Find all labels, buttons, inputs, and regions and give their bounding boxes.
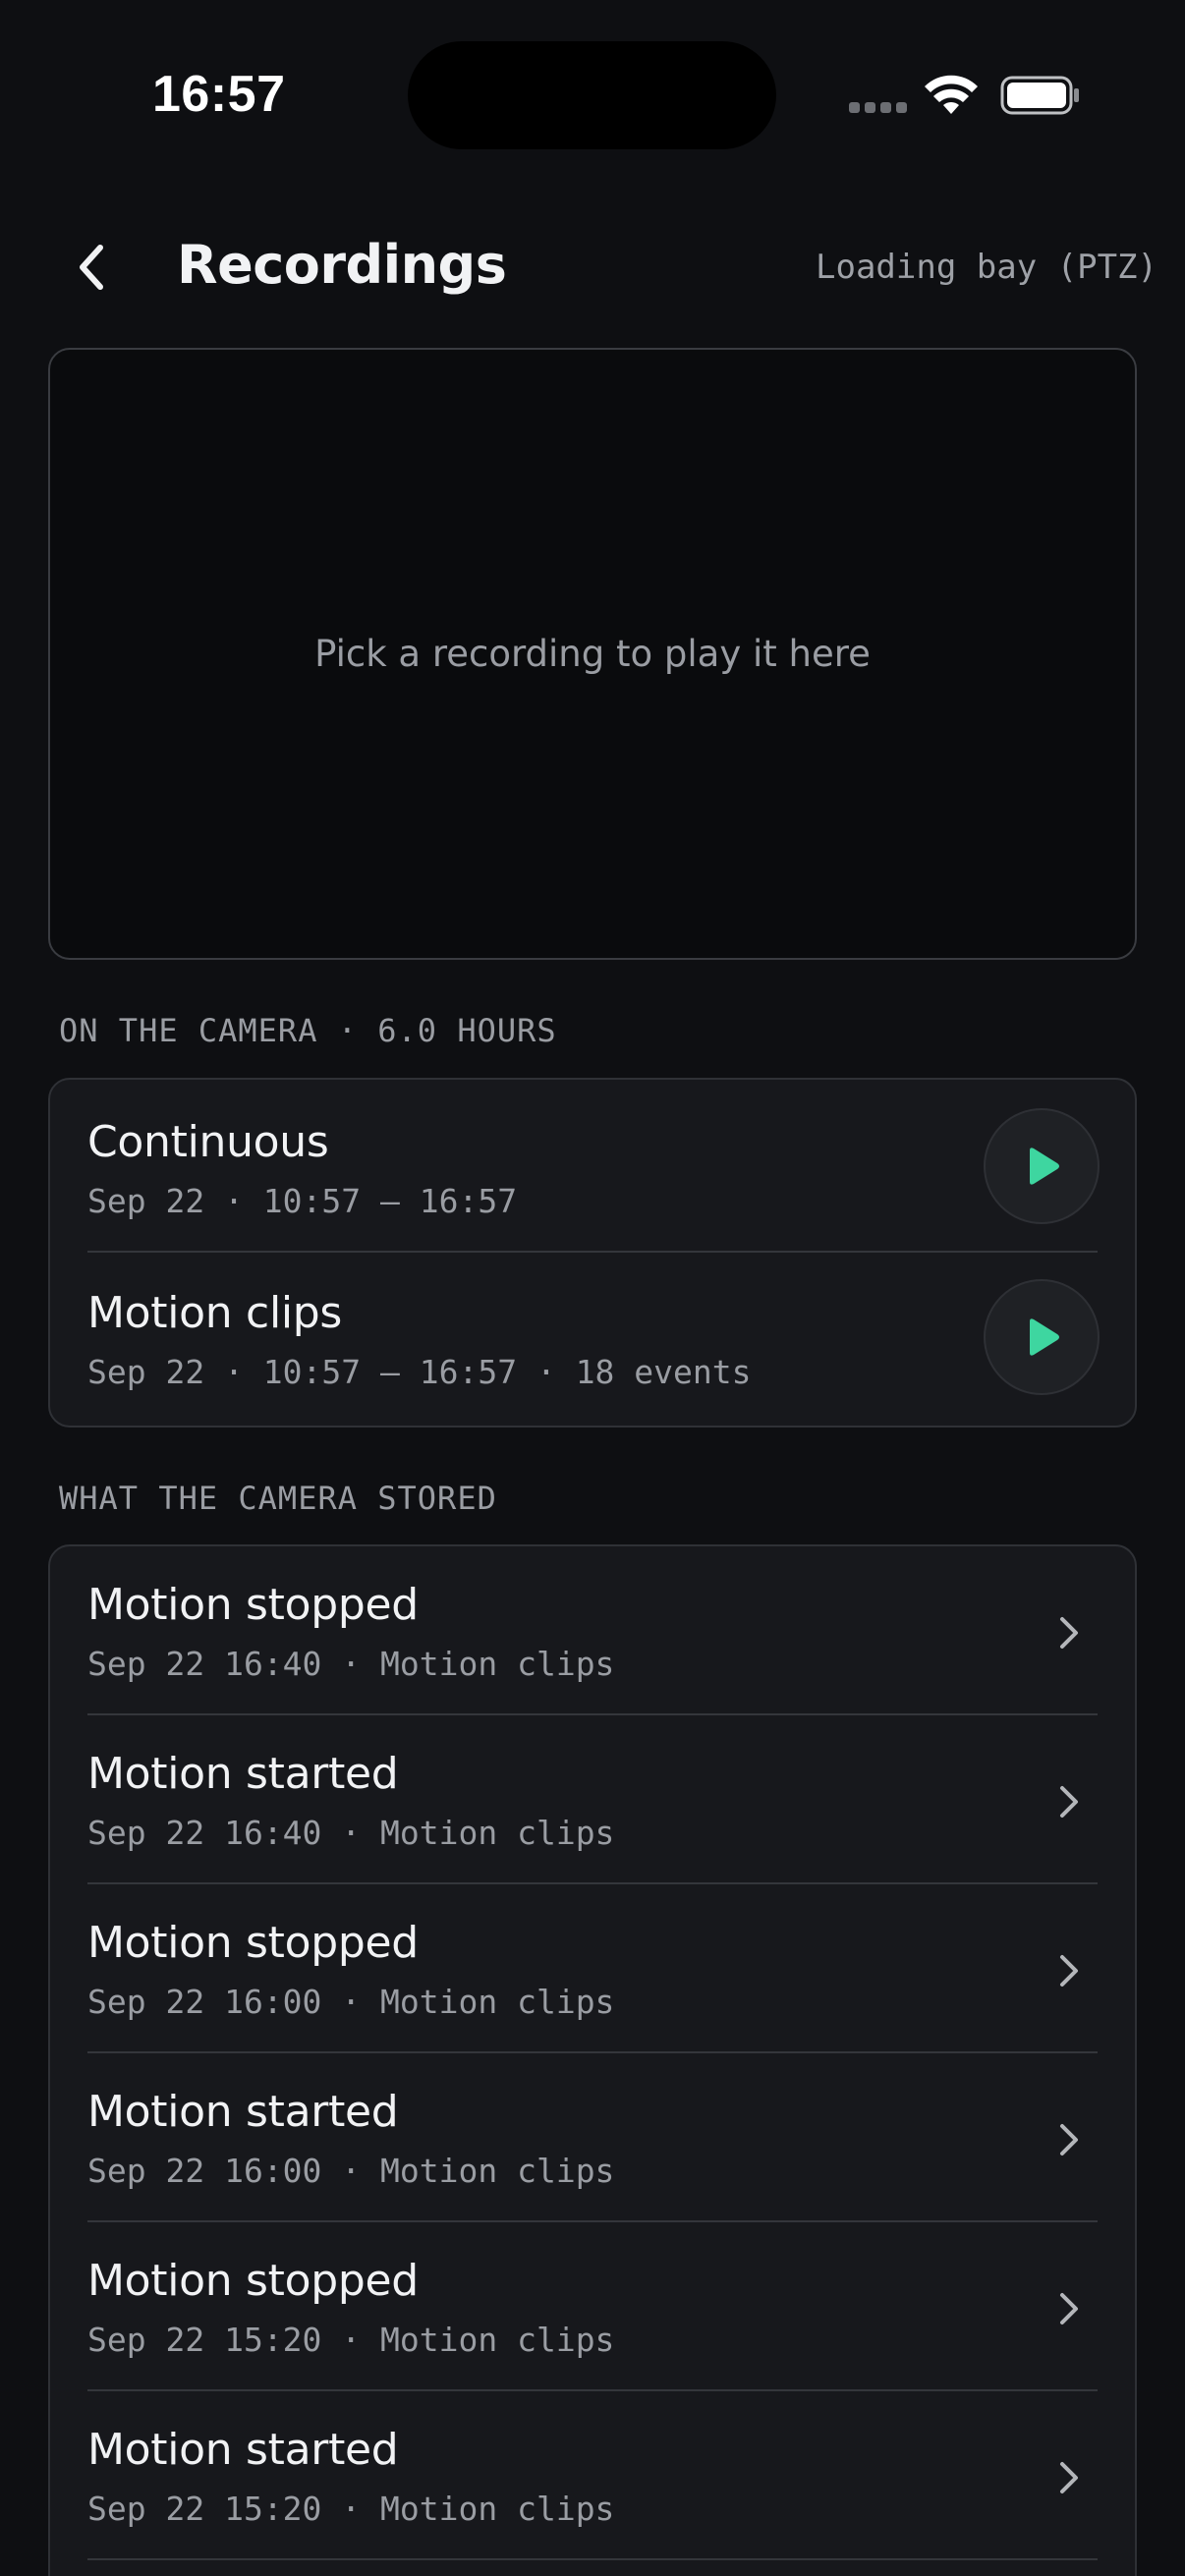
- event-subtitle: Sep 22 15:20 · Motion clips: [87, 2490, 615, 2528]
- recording-row-motion-clips[interactable]: Motion clips Sep 22 · 10:57 – 16:57 · 18…: [50, 1253, 1135, 1426]
- chevron-left-icon: [80, 245, 103, 290]
- event-title: Motion stopped: [87, 1918, 419, 1968]
- chevron-right-icon: [1060, 1786, 1078, 1818]
- recording-title: Continuous: [87, 1117, 329, 1167]
- event-subtitle: Sep 22 16:40 · Motion clips: [87, 1645, 615, 1683]
- event-row[interactable]: Motion started Sep 22 16:00 · Motion cli…: [50, 2053, 1135, 2222]
- camera-name: Loading bay (PTZ): [816, 248, 1157, 287]
- event-title: Motion stopped: [87, 2256, 419, 2306]
- event-title: Motion started: [87, 2087, 399, 2137]
- status-bar: 16:57: [0, 0, 1185, 187]
- event-row[interactable]: Motion started Sep 22 15:20 · Motion cli…: [50, 2391, 1135, 2560]
- signal-dots-icon: [849, 102, 908, 116]
- on-camera-card: Continuous Sep 22 · 10:57 – 16:57 Motion…: [48, 1078, 1137, 1428]
- recording-title: Motion clips: [87, 1288, 343, 1338]
- event-title: Motion started: [87, 2425, 399, 2475]
- chevron-right-icon: [1060, 1955, 1078, 1987]
- dynamic-island: [408, 41, 776, 149]
- recording-row-continuous[interactable]: Continuous Sep 22 · 10:57 – 16:57: [50, 1080, 1135, 1253]
- event-row[interactable]: Motion started Sep 22 16:40 · Motion cli…: [50, 1715, 1135, 1884]
- video-player[interactable]: Pick a recording to play it here: [48, 348, 1137, 960]
- header: Recordings Loading bay (PTZ): [0, 216, 1185, 314]
- event-title: Motion stopped: [87, 1580, 419, 1630]
- play-icon: [1030, 1318, 1059, 1356]
- event-subtitle: Sep 22 16:40 · Motion clips: [87, 1814, 615, 1852]
- back-button[interactable]: [57, 236, 126, 299]
- recording-subtitle: Sep 22 · 10:57 – 16:57: [87, 1182, 518, 1220]
- event-row[interactable]: Motion stopped Sep 22 16:40 · Motion cli…: [50, 1546, 1135, 1715]
- play-button[interactable]: [984, 1108, 1100, 1224]
- event-row[interactable]: Motion stopped Sep 22 15:20 · Motion cli…: [50, 2222, 1135, 2391]
- recordings-screen: 16:57 Recordings Loading bay (PTZ) Pick …: [0, 0, 1185, 2576]
- wifi-icon: [925, 75, 978, 114]
- chevron-right-icon: [1060, 2124, 1078, 2156]
- player-hint: Pick a recording to play it here: [314, 633, 871, 675]
- chevron-right-icon: [1060, 2462, 1078, 2493]
- page-title: Recordings: [177, 234, 507, 296]
- chevron-right-icon: [1060, 2293, 1078, 2324]
- event-subtitle: Sep 22 16:00 · Motion clips: [87, 1983, 615, 2021]
- event-title: Motion started: [87, 1749, 399, 1799]
- status-time: 16:57: [152, 66, 286, 123]
- recording-subtitle: Sep 22 · 10:57 – 16:57 · 18 events: [87, 1353, 752, 1391]
- event-subtitle: Sep 22 15:20 · Motion clips: [87, 2321, 615, 2359]
- chevron-right-icon: [1060, 1617, 1078, 1649]
- divider: [87, 2558, 1098, 2560]
- section-header-on-camera: ON THE CAMERA · 6.0 HOURS: [59, 1012, 557, 1049]
- stored-events-card: Motion stopped Sep 22 16:40 · Motion cli…: [48, 1544, 1137, 2576]
- battery-icon: [1000, 76, 1079, 115]
- event-row[interactable]: Motion stopped Sep 22 16:00 · Motion cli…: [50, 1884, 1135, 2053]
- event-subtitle: Sep 22 16:00 · Motion clips: [87, 2152, 615, 2190]
- play-button[interactable]: [984, 1279, 1100, 1395]
- play-icon: [1030, 1148, 1059, 1185]
- section-header-stored: WHAT THE CAMERA STORED: [59, 1480, 497, 1517]
